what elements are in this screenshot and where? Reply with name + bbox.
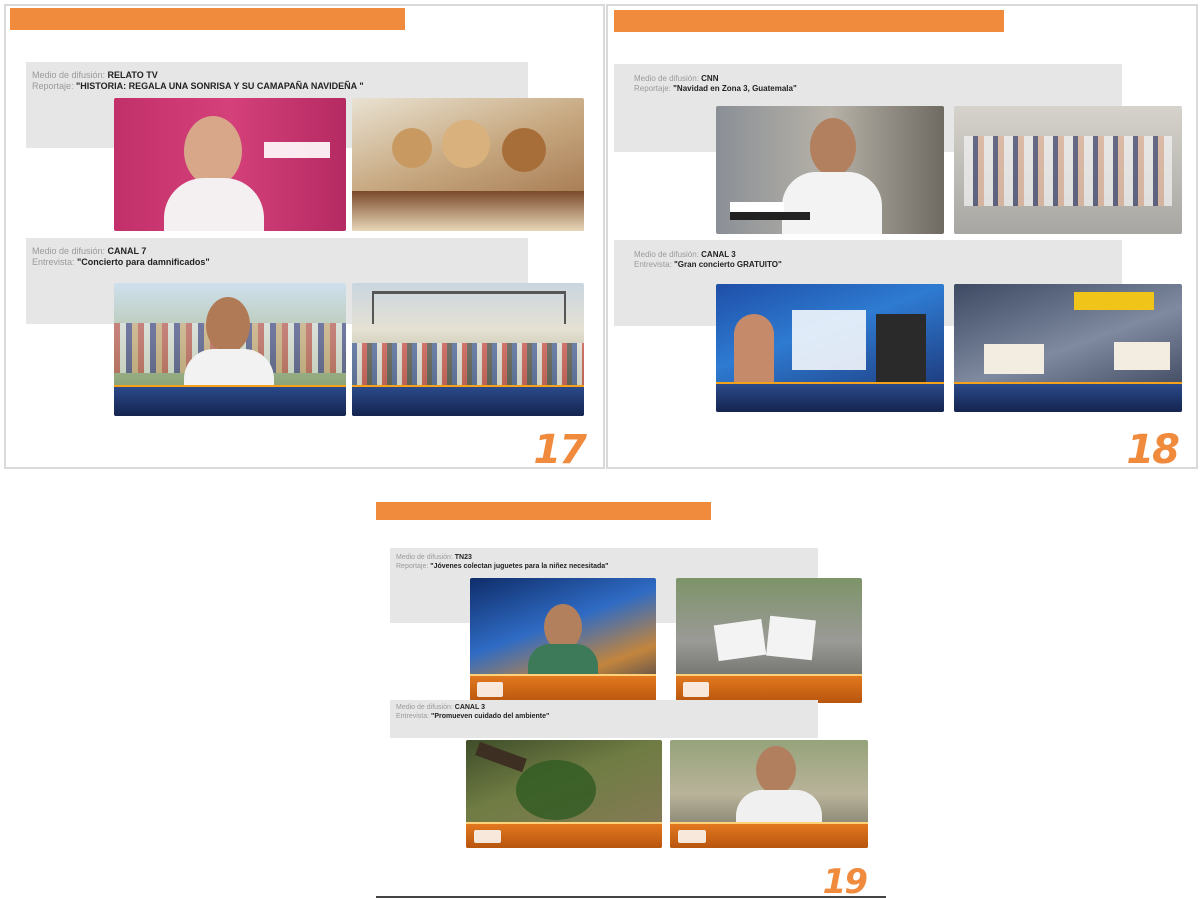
page-number: 19 [822, 862, 868, 898]
media-caption: Medio de difusión: CNN Reportaje: "Navid… [634, 74, 797, 93]
page-number: 17 [533, 427, 587, 469]
slide-page-17: Medio de difusión: RELATO TV Reportaje: … [4, 4, 605, 469]
slide-page-19: Medio de difusión: TN23 Reportaje: "Jóve… [376, 500, 886, 898]
media-caption: Medio de difusión: TN23 Reportaje: "Jóve… [396, 554, 609, 570]
interview-photo [716, 106, 944, 234]
concert-crowd-photo [352, 283, 584, 416]
media-caption: Medio de difusión: RELATO TV Reportaje: … [32, 70, 364, 92]
tv-studio-banner-photo [954, 284, 1182, 412]
media-caption: Medio de difusión: CANAL 3 Entrevista: "… [396, 704, 550, 720]
news-anchor-photo [470, 578, 656, 703]
page-number: 18 [1126, 427, 1180, 469]
header-accent-bar [10, 8, 405, 30]
header-accent-bar [376, 502, 711, 520]
media-caption: Medio de difusión: CANAL 7 Entrevista: "… [32, 246, 210, 268]
media-caption: Medio de difusión: CANAL 3 Entrevista: "… [634, 250, 782, 269]
toys-photo [352, 98, 584, 231]
tv-studio-photo [716, 284, 944, 412]
group-photo [954, 106, 1182, 234]
slide-page-18: Medio de difusión: CNN Reportaje: "Navid… [606, 4, 1198, 469]
banners-photo [676, 578, 862, 703]
concert-interview-photo [114, 283, 346, 416]
interview-photo [114, 98, 346, 231]
tree-planting-photo [466, 740, 662, 848]
outdoor-interview-photo [670, 740, 868, 848]
header-accent-bar [614, 10, 1004, 32]
